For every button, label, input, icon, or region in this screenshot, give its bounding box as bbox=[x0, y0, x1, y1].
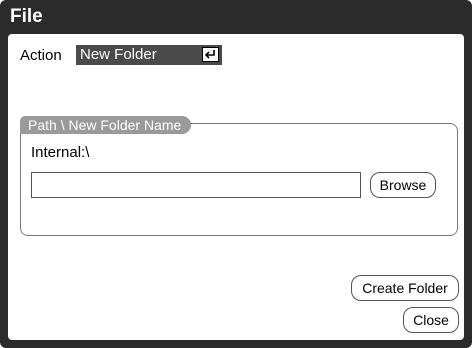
create-folder-button[interactable]: Create Folder bbox=[351, 275, 459, 301]
dialog-content: Action New Folder Path \ New Folder Name… bbox=[8, 34, 464, 340]
action-value: New Folder bbox=[80, 46, 157, 63]
path-group: Path \ New Folder Name Internal:\ Browse bbox=[20, 116, 458, 236]
close-button[interactable]: Close bbox=[403, 307, 459, 333]
folder-name-input[interactable] bbox=[31, 172, 361, 198]
enter-icon[interactable] bbox=[202, 47, 219, 62]
file-dialog: File Action New Folder Path \ New Folder… bbox=[0, 0, 472, 348]
dialog-title: File bbox=[10, 6, 43, 27]
current-path: Internal:\ bbox=[31, 144, 90, 161]
action-select[interactable]: New Folder bbox=[76, 45, 222, 65]
browse-button[interactable]: Browse bbox=[370, 172, 436, 198]
action-label: Action bbox=[20, 47, 62, 64]
path-group-heading: Path \ New Folder Name bbox=[20, 116, 192, 134]
